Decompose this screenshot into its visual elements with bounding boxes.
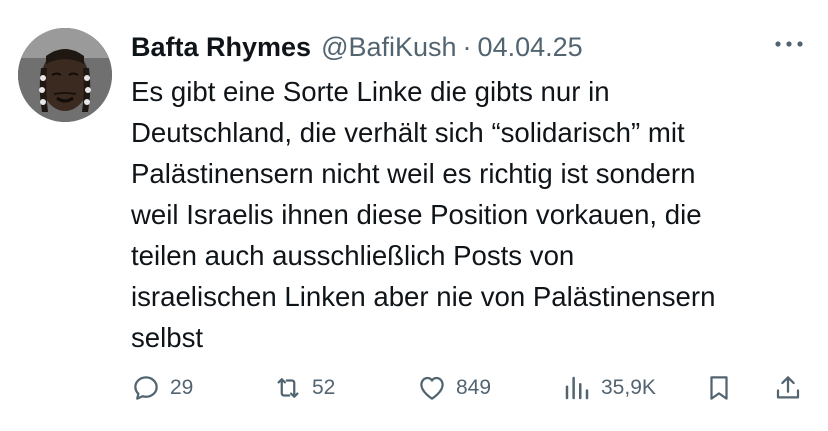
views-icon	[565, 376, 589, 400]
reply-count: 29	[170, 376, 194, 399]
tweet: Bafta Rhymes @BafiKush · 04.04.25 Es gib…	[0, 0, 828, 431]
avatar[interactable]	[18, 28, 112, 122]
like-button[interactable]: 849	[417, 368, 491, 408]
tweet-text-line: teilen auch ausschließlich Posts von	[131, 240, 575, 271]
tweet-text-line: israelischen Linken aber nie von Palästi…	[131, 281, 716, 312]
avatar-image	[18, 28, 112, 122]
repost-icon	[277, 378, 299, 398]
author-name[interactable]: Bafta Rhymes	[131, 30, 311, 64]
bookmark-button[interactable]	[704, 368, 734, 408]
tweet-text-line: weil Israelis ihnen diese Position vorka…	[131, 199, 702, 230]
reply-button[interactable]: 29	[131, 368, 193, 408]
more-button[interactable]	[772, 32, 806, 56]
tweet-text-line: Deutschland, die verhält sich “solidaris…	[131, 117, 685, 148]
tweet-header: Bafta Rhymes @BafiKush · 04.04.25	[131, 30, 583, 64]
tweet-text-line: selbst	[131, 322, 204, 353]
bookmark-icon	[710, 376, 728, 400]
action-bar: 29 52 849 35,9K	[0, 368, 828, 408]
more-dots-icon	[775, 41, 803, 47]
reply-icon	[134, 376, 158, 400]
heart-icon	[420, 376, 444, 400]
repost-button[interactable]: 52	[273, 368, 335, 408]
tweet-text: Es gibt eine Sorte Linke die gibts nur i…	[131, 71, 811, 358]
repost-count: 52	[312, 376, 336, 399]
share-icon	[776, 376, 800, 399]
like-count: 849	[456, 376, 492, 399]
author-handle[interactable]: @BafiKush	[321, 30, 456, 64]
tweet-text-line: Palästinensern nicht weil es richtig ist…	[131, 158, 696, 189]
view-count: 35,9K	[601, 376, 656, 399]
views-button[interactable]: 35,9K	[562, 368, 656, 408]
tweet-text-line: Es gibt eine Sorte Linke die gibts nur i…	[131, 76, 610, 107]
separator-dot: ·	[462, 32, 472, 62]
share-button[interactable]	[773, 368, 803, 408]
tweet-date[interactable]: 04.04.25	[478, 30, 583, 64]
